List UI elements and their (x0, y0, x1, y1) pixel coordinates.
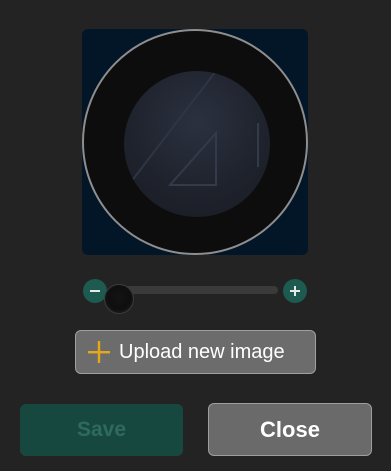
placeholder-logo-icon (124, 71, 259, 192)
close-button-label: Close (260, 416, 320, 442)
upload-image-button[interactable]: Upload new image (75, 330, 316, 374)
zoom-slider-row (82, 277, 310, 314)
minus-icon (90, 290, 100, 292)
avatar-editor-dialog: Upload new image Save Close (0, 0, 391, 471)
save-button[interactable]: Save (20, 404, 183, 456)
plus-icon (290, 286, 300, 296)
zoom-out-button[interactable] (83, 279, 107, 303)
zoom-in-button[interactable] (283, 279, 307, 303)
zoom-slider[interactable] (104, 284, 278, 314)
avatar-preview (82, 29, 308, 255)
close-button[interactable]: Close (208, 403, 372, 456)
save-button-label: Save (76, 418, 127, 441)
avatar-image (124, 71, 270, 217)
crop-circle[interactable] (82, 29, 308, 255)
plus-icon (88, 341, 110, 363)
upload-button-label: Upload new image (119, 340, 285, 363)
zoom-slider-thumb[interactable] (104, 284, 135, 314)
